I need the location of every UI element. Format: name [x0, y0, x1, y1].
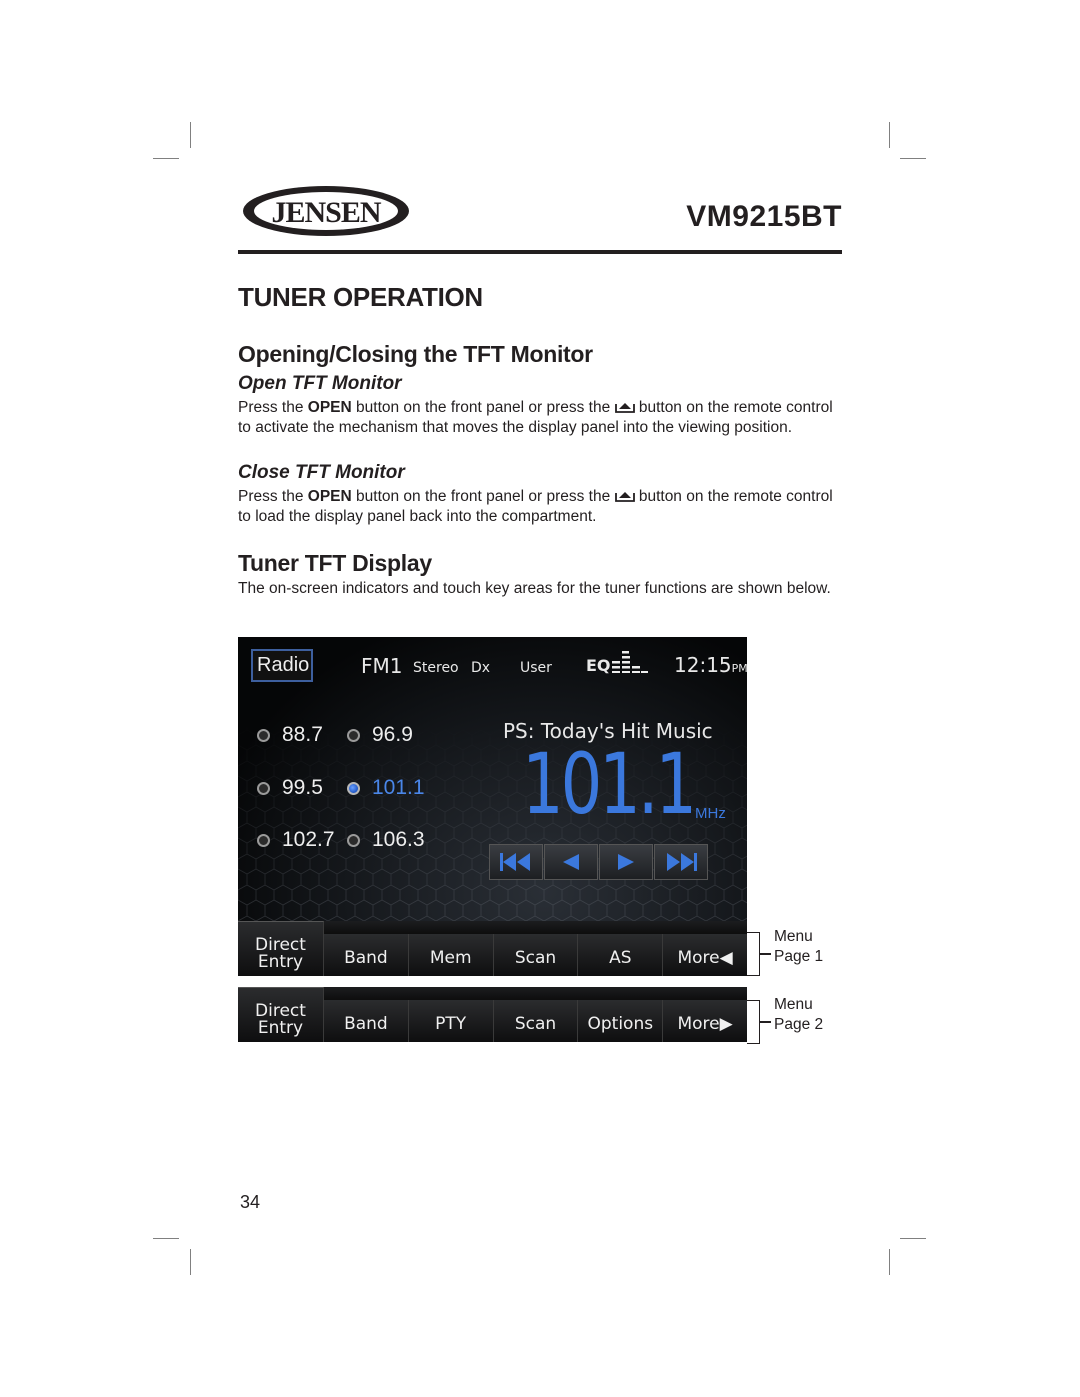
eject-icon	[614, 403, 635, 413]
clock: 12:15PM	[674, 653, 747, 677]
callout-tick	[760, 953, 771, 955]
callout-tick	[760, 1021, 771, 1023]
direct-entry-button[interactable]: Direct Entry	[238, 921, 324, 976]
eq-bars-icon	[612, 651, 648, 673]
preset-button[interactable]: 99.5	[257, 776, 323, 800]
band-indicator: FM1	[361, 654, 403, 678]
radio-source-button[interactable]: Radio	[251, 649, 313, 682]
menu-page-1: Direct Entry Band Mem Scan AS More◀	[238, 921, 747, 976]
seek-back-icon	[500, 853, 530, 871]
close-tft-paragraph: Press the OPEN button on the front panel…	[238, 488, 833, 525]
radio-dot-icon	[257, 781, 270, 795]
eq-label: EQ	[586, 656, 611, 675]
radio-dot-selected-icon	[347, 781, 360, 795]
band-button[interactable]: Band	[324, 1000, 409, 1042]
seek-forward-button[interactable]	[654, 844, 708, 880]
tft-screen: Radio FM1 Stereo Dx User EQ 12:15PM 88.7…	[238, 637, 747, 976]
crop-mark	[889, 122, 890, 148]
as-button[interactable]: AS	[578, 934, 664, 976]
band-button[interactable]: Band	[324, 934, 409, 976]
callout-menu-page-1: Menu Page 1	[774, 928, 824, 965]
crop-mark	[900, 158, 926, 159]
frequency-unit: MHz	[695, 805, 726, 822]
preset-button[interactable]: 102.7	[257, 828, 335, 852]
scan-button[interactable]: Scan	[493, 934, 579, 976]
tuner-display-heading: Tuner TFT Display	[238, 550, 432, 576]
pty-button[interactable]: PTY	[408, 1000, 494, 1042]
crop-mark	[190, 122, 191, 148]
tune-down-icon	[563, 854, 579, 870]
callout-bracket	[747, 1000, 760, 1044]
tuning-controls	[489, 844, 709, 880]
close-tft-subheading: Close TFT Monitor	[238, 462, 405, 483]
preset-button[interactable]: 106.3	[347, 828, 425, 852]
more-button[interactable]: More◀	[663, 934, 747, 976]
radio-dot-icon	[257, 833, 270, 847]
seek-forward-icon	[667, 853, 697, 871]
preset-button[interactable]: 96.9	[347, 723, 413, 747]
crop-mark	[889, 1249, 890, 1275]
radio-dot-icon	[257, 728, 270, 742]
dx-indicator: Dx	[471, 660, 491, 676]
stereo-indicator: Stereo	[413, 660, 459, 676]
menu-page-2: Direct Entry Band PTY Scan Options More▶	[238, 987, 747, 1042]
scan-button[interactable]: Scan	[493, 1000, 579, 1042]
callout-menu-page-2: Menu Page 2	[774, 996, 824, 1033]
mem-button[interactable]: Mem	[408, 934, 494, 976]
preset-button-active[interactable]: 101.1	[347, 776, 425, 800]
open-tft-subheading: Open TFT Monitor	[238, 373, 402, 394]
options-button[interactable]: Options	[578, 1000, 664, 1042]
jensen-logo: JENSEN	[243, 186, 409, 236]
eject-icon	[614, 492, 635, 502]
opening-closing-heading: Opening/Closing the TFT Monitor	[238, 341, 593, 367]
header-rule	[238, 250, 842, 254]
callout-bracket	[747, 932, 760, 976]
crop-mark	[153, 158, 179, 159]
seek-back-button[interactable]	[489, 844, 543, 880]
preset-button[interactable]: 88.7	[257, 723, 323, 747]
direct-entry-button[interactable]: Direct Entry	[238, 987, 324, 1042]
radio-dot-icon	[347, 833, 360, 847]
tune-down-button[interactable]	[544, 844, 598, 880]
page-number: 34	[240, 1192, 261, 1212]
crop-mark	[153, 1238, 179, 1239]
frequency-display: 101.1	[522, 735, 697, 833]
svg-text:JENSEN: JENSEN	[271, 196, 381, 229]
crop-mark	[190, 1249, 191, 1275]
model-number: VM9215BT	[686, 200, 842, 233]
radio-dot-icon	[347, 728, 360, 742]
more-button[interactable]: More▶	[663, 1000, 747, 1042]
tuner-display-description: The on-screen indicators and touch key a…	[238, 580, 831, 597]
open-tft-paragraph: Press the OPEN button on the front panel…	[238, 399, 833, 436]
crop-mark	[900, 1238, 926, 1239]
section-title: TUNER OPERATION	[238, 282, 483, 312]
eq-preset-indicator: User	[520, 660, 552, 676]
tune-up-icon	[618, 854, 634, 870]
tune-up-button[interactable]	[599, 844, 653, 880]
